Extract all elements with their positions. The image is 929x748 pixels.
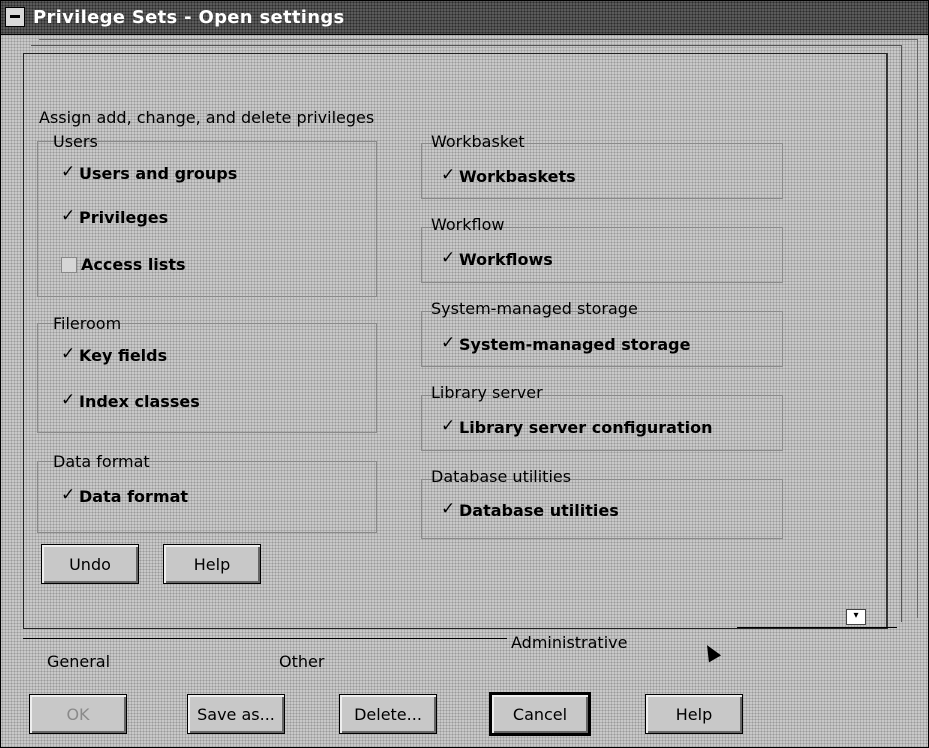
checkmark-icon <box>61 485 75 505</box>
tab-other[interactable]: Other <box>279 652 324 671</box>
system-managed-storage-checkbox[interactable]: System-managed storage <box>441 333 690 355</box>
help-button[interactable]: Help <box>645 694 743 734</box>
checkmark-icon <box>441 165 455 185</box>
fileroom-group <box>37 323 377 433</box>
checkbox-icon <box>61 256 77 273</box>
access-lists-checkbox[interactable]: Access lists <box>61 255 185 274</box>
window-title: Privilege Sets - Open settings <box>33 7 345 28</box>
tab-divider <box>737 627 897 628</box>
privileges-checkbox[interactable]: Privileges <box>61 206 168 228</box>
users-group-title: Users <box>53 132 98 151</box>
checkmark-icon <box>441 499 455 519</box>
cancel-button[interactable]: Cancel <box>491 694 589 734</box>
checkmark-icon <box>441 416 455 436</box>
workbasket-group-title: Workbasket <box>431 132 525 151</box>
system-menu-icon[interactable] <box>5 7 25 27</box>
page-help-button[interactable]: Help <box>163 544 261 584</box>
users-and-groups-checkbox[interactable]: Users and groups <box>61 162 237 184</box>
system-managed-storage-group-title: System-managed storage <box>431 299 638 318</box>
library-server-group-title: Library server <box>431 383 543 402</box>
database-utilities-group-title: Database utilities <box>431 467 572 486</box>
undo-button[interactable]: Undo <box>41 544 139 584</box>
checkmark-icon <box>61 162 75 182</box>
workbaskets-checkbox[interactable]: Workbaskets <box>441 165 576 187</box>
checkmark-icon <box>441 333 455 353</box>
checkmark-icon <box>61 206 75 226</box>
checkmark-icon <box>61 390 75 410</box>
tab-administrative[interactable]: Administrative <box>511 633 627 652</box>
library-server-configuration-checkbox[interactable]: Library server configuration <box>441 416 713 438</box>
page-scroll-arrow-icon[interactable]: ▾ <box>846 609 866 625</box>
save-as-button[interactable]: Save as... <box>187 694 285 734</box>
workflow-group-title: Workflow <box>431 215 505 234</box>
fileroom-group-title: Fileroom <box>53 314 122 333</box>
checkmark-icon <box>61 344 75 364</box>
ok-button[interactable]: OK <box>29 694 127 734</box>
database-utilities-checkbox[interactable]: Database utilities <box>441 499 619 521</box>
tab-general[interactable]: General <box>47 652 110 671</box>
tab-divider <box>23 638 507 639</box>
title-bar[interactable]: Privilege Sets - Open settings <box>1 1 928 35</box>
index-classes-checkbox[interactable]: Index classes <box>61 390 200 412</box>
checkmark-icon <box>441 248 455 268</box>
page-heading: Assign add, change, and delete privilege… <box>39 108 375 127</box>
mouse-cursor-icon <box>700 641 722 663</box>
data-format-checkbox[interactable]: Data format <box>61 485 188 507</box>
key-fields-checkbox[interactable]: Key fields <box>61 344 167 366</box>
delete-button[interactable]: Delete... <box>339 694 437 734</box>
workflows-checkbox[interactable]: Workflows <box>441 248 553 270</box>
settings-window: Privilege Sets - Open settings Assign ad… <box>0 0 929 748</box>
data-format-group-title: Data format <box>53 452 150 471</box>
